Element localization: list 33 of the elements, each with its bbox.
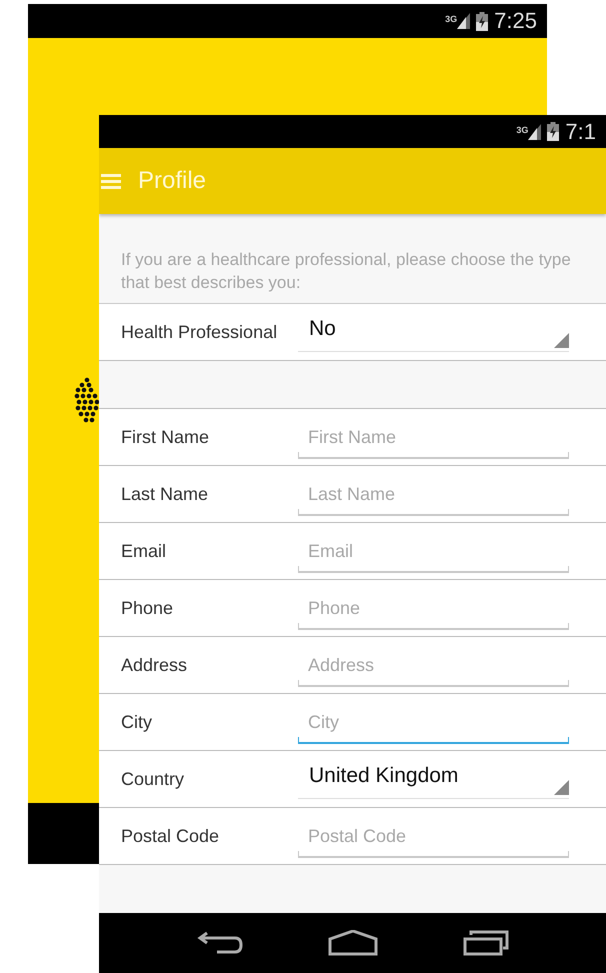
text-input[interactable]: City <box>298 706 569 738</box>
dropdown-triangle-icon <box>554 780 569 795</box>
dots-logo-icon <box>74 376 99 424</box>
dropdown[interactable]: No <box>298 312 569 352</box>
field-label: Email <box>120 540 168 562</box>
network-label: 3G <box>516 126 528 134</box>
field-label: First Name <box>120 426 210 448</box>
recent-apps-icon[interactable] <box>462 930 508 956</box>
signal-icon <box>457 13 470 29</box>
field-label: Country <box>120 768 186 791</box>
dropdown-triangle-icon <box>554 333 569 348</box>
status-time: 7:1 <box>565 120 596 142</box>
text-input[interactable]: Last Name <box>298 478 569 510</box>
text-input[interactable]: First Name <box>298 421 569 453</box>
battery-icon <box>476 12 488 30</box>
text-input[interactable]: Email <box>298 535 569 567</box>
status-time: 7:25 <box>494 10 537 32</box>
field-label: Last Name <box>120 482 210 506</box>
text-input[interactable]: Postal Code <box>298 820 569 852</box>
back-icon[interactable] <box>196 930 242 956</box>
field-label: Address <box>120 654 188 676</box>
field-label: City <box>120 710 153 734</box>
network-label: 3G <box>445 15 458 24</box>
field-label: Phone <box>120 596 174 620</box>
dropdown[interactable]: United Kingdom <box>298 759 569 799</box>
battery-icon <box>547 122 560 141</box>
home-icon[interactable] <box>328 930 378 956</box>
screen-title: Profile <box>138 166 206 196</box>
text-input[interactable]: Address <box>298 649 569 681</box>
field-label: Postal Code <box>120 824 220 848</box>
signal-icon <box>528 124 542 140</box>
field-label: Health Professional <box>120 320 278 344</box>
text-input[interactable]: Phone <box>298 592 569 624</box>
